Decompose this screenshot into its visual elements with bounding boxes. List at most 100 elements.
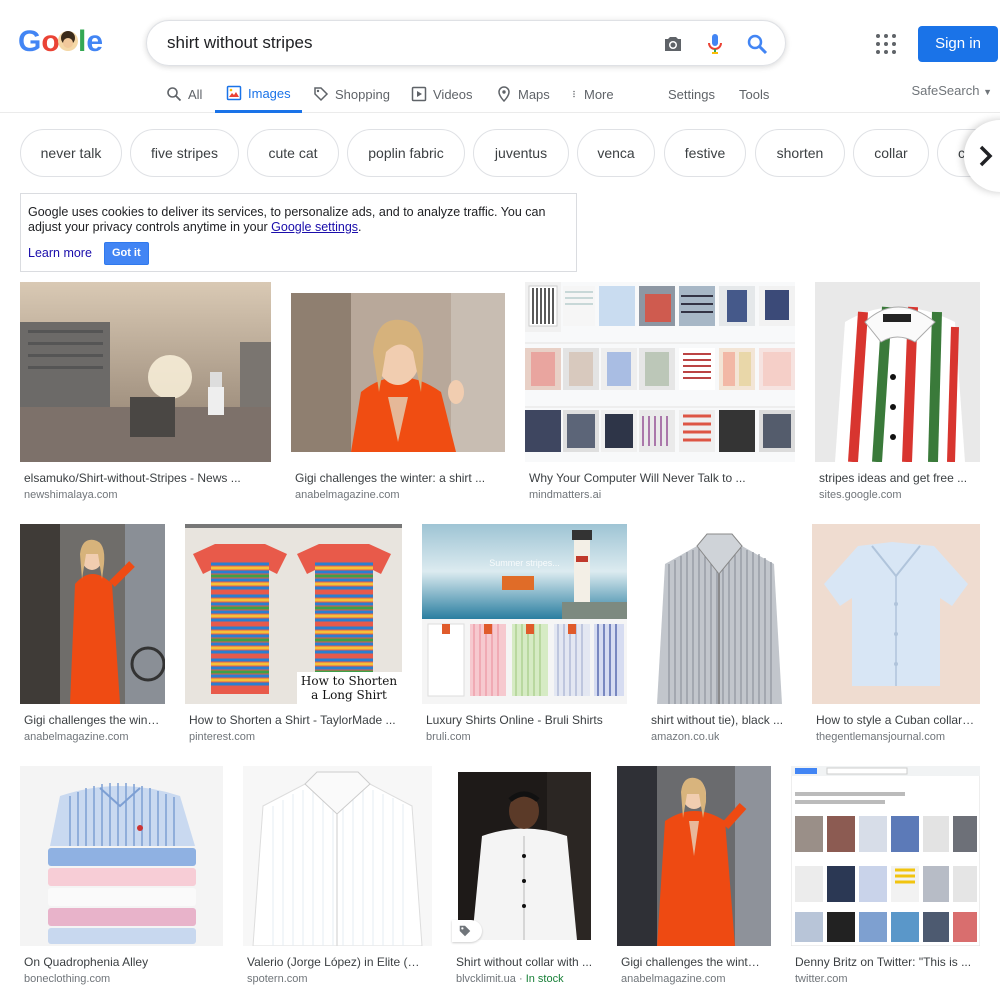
result-source: sites.google.com	[819, 489, 902, 501]
chip[interactable]: collar	[853, 129, 929, 177]
google-logo[interactable]: Go le	[18, 24, 110, 60]
image-result[interactable]: elsamuko/Shirt-without-Stripes - News ..…	[20, 282, 271, 512]
tab-videos[interactable]: Videos	[411, 76, 473, 112]
result-caption[interactable]: How to Shorten a Shirt - TaylorMade ...	[189, 713, 396, 727]
cookie-text: Google uses cookies to deliver its servi…	[28, 205, 546, 234]
safesearch-menu[interactable]: SafeSearch ▼	[912, 83, 992, 98]
result-thumbnail[interactable]	[20, 766, 223, 946]
result-caption[interactable]: Luxury Shirts Online - Bruli Shirts	[426, 713, 621, 727]
result-source: bruli.com	[426, 731, 471, 743]
image-result[interactable]: How to Shorten a Long Shirt How to Short…	[185, 524, 402, 754]
tab-images[interactable]: Images	[215, 76, 302, 113]
image-result[interactable]: Gigi challenges the winter: a shirt ... …	[291, 282, 505, 512]
tab-all[interactable]: All	[166, 76, 202, 112]
related-chips: never talk five stripes cute cat poplin …	[20, 129, 1000, 177]
play-icon	[411, 86, 427, 102]
camera-icon[interactable]	[661, 32, 685, 56]
chip[interactable]: juventus	[473, 129, 569, 177]
microphone-icon[interactable]	[703, 32, 727, 56]
result-caption[interactable]: Shirt without collar with ...	[456, 955, 593, 969]
chip[interactable]: festive	[664, 129, 746, 177]
tab-label: More	[584, 86, 614, 102]
chip[interactable]: never talk	[20, 129, 122, 177]
image-result[interactable]: Gigi challenges the winter: a shirt ... …	[20, 524, 165, 754]
search-box[interactable]: shirt without stripes	[146, 20, 786, 66]
image-result[interactable]: Shirt without collar with ... blvcklimit…	[452, 766, 597, 996]
result-source: blvcklimit.ua · In stock	[456, 973, 564, 985]
result-thumbnail[interactable]	[617, 766, 771, 946]
search-tabs: All Images Shopping Videos Maps More Set…	[0, 76, 1000, 113]
result-thumbnail[interactable]	[815, 282, 980, 462]
result-thumbnail[interactable]	[291, 282, 505, 462]
tab-label: Images	[248, 85, 291, 101]
chip[interactable]: poplin fabric	[347, 129, 465, 177]
result-thumbnail[interactable]	[20, 282, 271, 462]
chip[interactable]: venca	[577, 129, 655, 177]
image-result[interactable]: Denny Britz on Twitter: "This is ... twi…	[791, 766, 980, 996]
result-source: amazon.co.uk	[651, 731, 720, 743]
sign-in-button[interactable]: Sign in	[918, 26, 998, 62]
image-result[interactable]: Gigi challenges the winter: a shirt ... …	[617, 766, 771, 996]
image-result[interactable]: Why Your Computer Will Never Talk to ...…	[525, 282, 795, 512]
result-source: spotern.com	[247, 973, 308, 985]
caret-down-icon: ▼	[983, 87, 992, 97]
got-it-button[interactable]: Got it	[103, 242, 149, 265]
result-caption[interactable]: How to style a Cuban collar shirt ...	[816, 713, 976, 727]
apps-grid-icon[interactable]	[874, 32, 898, 56]
result-thumbnail[interactable]: How to Shorten a Long Shirt	[185, 524, 402, 704]
chip[interactable]: shorten	[755, 129, 845, 177]
in-stock-label: In stock	[525, 973, 564, 985]
result-source: mindmatters.ai	[529, 489, 602, 501]
map-pin-icon	[498, 86, 510, 102]
learn-more-link[interactable]: Learn more	[28, 246, 92, 261]
result-caption[interactable]: Gigi challenges the winter: a shirt ...	[621, 955, 765, 969]
result-caption[interactable]: Gigi challenges the winter: a shirt ...	[295, 471, 495, 485]
result-thumbnail[interactable]	[647, 524, 792, 704]
chip[interactable]: five stripes	[130, 129, 239, 177]
chip[interactable]: cute cat	[247, 129, 339, 177]
svg-text:Go: Go	[18, 25, 60, 58]
tab-settings[interactable]: Settings	[668, 76, 715, 112]
image-result[interactable]: stripes ideas and get free ... sites.goo…	[815, 282, 980, 512]
search-icon	[167, 87, 182, 102]
result-caption[interactable]: elsamuko/Shirt-without-Stripes - News ..…	[24, 471, 264, 485]
tab-label: All	[188, 86, 203, 102]
tab-tools[interactable]: Tools	[739, 76, 769, 112]
result-thumbnail[interactable]	[243, 766, 432, 946]
result-caption[interactable]: shirt without tie), black ...	[651, 713, 788, 727]
tab-maps[interactable]: Maps	[496, 76, 550, 112]
result-source: anabelmagazine.com	[621, 973, 726, 985]
search-icon[interactable]	[745, 32, 769, 56]
result-source: newshimalaya.com	[24, 489, 118, 501]
thumbnail-overlay-text: How to Shorten a Long Shirt	[300, 674, 398, 702]
result-caption[interactable]: On Quadrophenia Alley	[24, 955, 219, 969]
image-result[interactable]: Valerio (Jorge López) in Elite (2018 ...…	[243, 766, 432, 996]
result-caption[interactable]: Valerio (Jorge López) in Elite (2018 ...	[247, 955, 426, 969]
tab-label: Settings	[668, 86, 715, 102]
result-thumbnail[interactable]	[20, 524, 165, 704]
image-result[interactable]: shirt without tie), black ... amazon.co.…	[647, 524, 792, 754]
image-result[interactable]: How to style a Cuban collar shirt ... th…	[812, 524, 980, 754]
result-caption[interactable]: stripes ideas and get free ...	[819, 471, 973, 485]
result-thumbnail[interactable]	[791, 766, 980, 946]
tab-shopping[interactable]: Shopping	[313, 76, 390, 112]
result-source: twitter.com	[795, 973, 848, 985]
cookie-banner: Google uses cookies to deliver its servi…	[20, 193, 577, 272]
search-input[interactable]: shirt without stripes	[167, 33, 313, 53]
google-settings-link[interactable]: Google settings	[271, 220, 358, 234]
chevron-right-icon	[979, 145, 993, 167]
image-result[interactable]: Summer stripes... Luxury Shirts Online -…	[422, 524, 627, 754]
result-caption[interactable]: Why Your Computer Will Never Talk to ...	[529, 471, 787, 485]
price-tag-icon	[459, 925, 471, 937]
result-thumbnail[interactable]	[452, 766, 597, 946]
result-caption[interactable]: Denny Britz on Twitter: "This is ...	[795, 955, 977, 969]
result-source: thegentlemansjournal.com	[816, 731, 946, 743]
tab-label: Shopping	[335, 86, 390, 102]
tab-more[interactable]: More	[570, 76, 614, 112]
result-thumbnail[interactable]	[812, 524, 980, 704]
thumbnail-overlay-text: Summer stripes...	[489, 558, 560, 568]
result-caption[interactable]: Gigi challenges the winter: a shirt ...	[24, 713, 161, 727]
result-thumbnail[interactable]	[525, 282, 795, 462]
result-thumbnail[interactable]: Summer stripes...	[422, 524, 627, 704]
image-result[interactable]: On Quadrophenia Alley boneclothing.com	[20, 766, 223, 996]
